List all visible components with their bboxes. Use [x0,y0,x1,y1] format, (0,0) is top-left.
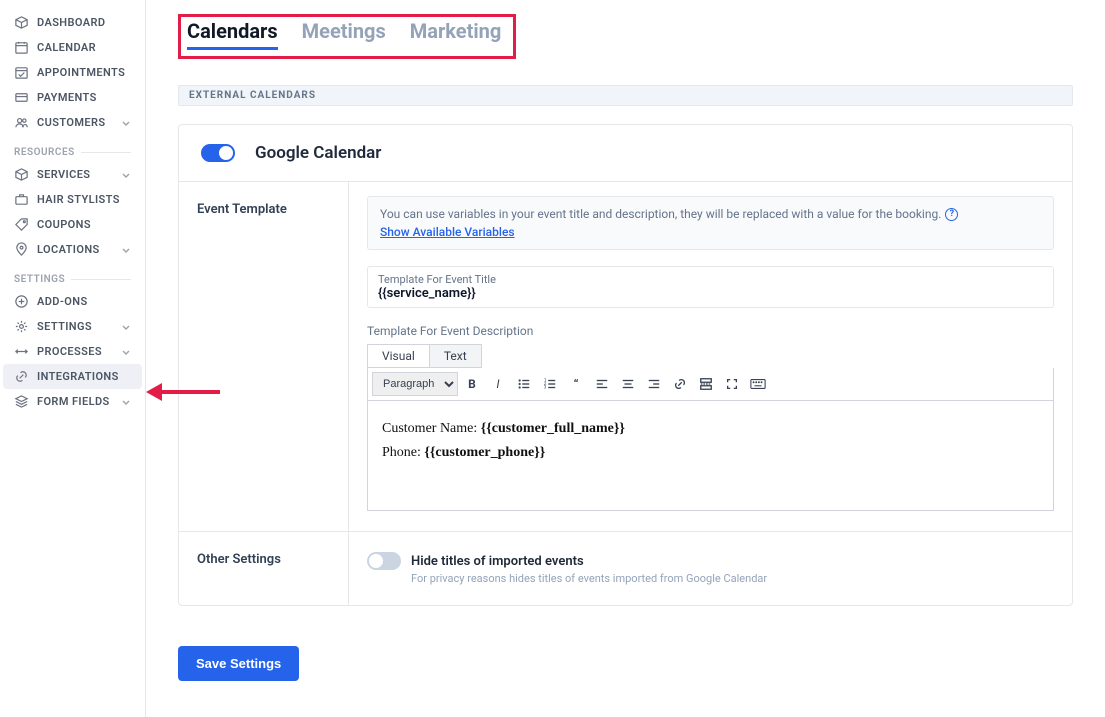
chevron-down-icon [121,170,131,180]
sidebar-item-label: SERVICES [37,168,90,181]
sidebar-item-label: CALENDAR [37,41,96,54]
sidebar-item-label: APPOINTMENTS [37,66,125,79]
sidebar-section-settings: SETTINGS [0,262,145,289]
tab-calendars[interactable]: Calendars [187,19,278,50]
save-settings-button[interactable]: Save Settings [178,646,299,681]
help-icon[interactable]: ? [945,208,958,221]
sidebar-item-label: LOCATIONS [37,243,100,256]
sidebar-item-appointments[interactable]: APPOINTMENTS [0,60,145,85]
chevron-down-icon [121,397,131,407]
link-icon [14,369,29,384]
link-show-variables[interactable]: Show Available Variables [380,225,515,239]
arrows-icon [14,344,29,359]
chevron-down-icon [121,118,131,128]
sidebar-item-label: HAIR STYLISTS [37,193,120,206]
sidebar-item-add-ons[interactable]: ADD-ONS [0,289,145,314]
sidebar-item-settings[interactable]: SETTINGS [0,314,145,339]
calendar-check-icon [14,65,29,80]
sidebar: DASHBOARD CALENDAR APPOINTMENTS PAYMENTS CUS… [0,0,146,717]
rte-line2-label: Phone: [382,445,424,460]
sidebar-section-resources: RESOURCES [0,135,145,162]
rte-editor[interactable]: Customer Name: {{customer_full_name}} Ph… [367,401,1054,511]
field-event-title-label: Template For Event Title [378,273,1043,286]
cube-icon [14,167,29,182]
gear-icon [14,319,29,334]
tag-icon [14,217,29,232]
toolbar-align-right-icon[interactable] [642,372,666,396]
chevron-down-icon [121,322,131,332]
tabs-highlight-box: Calendars Meetings Marketing [178,14,516,59]
label-event-description: Template For Event Description [367,324,1054,338]
svg-text:3: 3 [544,385,547,390]
calendar-icon [14,40,29,55]
card-icon [14,90,29,105]
toolbar-ul-icon[interactable] [512,372,536,396]
toolbar-link-icon[interactable] [668,372,692,396]
toggle-hide-titles[interactable] [367,552,401,570]
rte-toolbar: Paragraph B I 123 “ [367,368,1054,401]
main-content: Calendars Meetings Marketing EXTERNAL CA… [146,0,1105,717]
cube-icon [14,15,29,30]
label-other-settings: Other Settings [179,532,349,605]
card-title: Google Calendar [255,143,381,163]
sublabel-hide-titles: For privacy reasons hides titles of even… [411,572,1054,585]
chevron-down-icon [121,245,131,255]
sidebar-item-label: PAYMENTS [37,91,97,104]
sidebar-item-dashboard[interactable]: DASHBOARD [0,10,145,35]
sidebar-item-processes[interactable]: PROCESSES [0,339,145,364]
sidebar-item-label: CUSTOMERS [37,116,105,129]
sidebar-item-integrations[interactable]: INTEGRATIONS [3,364,142,389]
rte-line1-label: Customer Name: [382,421,481,436]
toolbar-paragraph-select[interactable]: Paragraph [372,372,458,396]
stack-icon [14,394,29,409]
sidebar-item-label: SETTINGS [37,320,92,333]
card-header: Google Calendar [179,125,1072,182]
sidebar-item-customers[interactable]: CUSTOMERS [0,110,145,135]
users-icon [14,115,29,130]
editor-tab-text[interactable]: Text [430,344,482,368]
briefcase-icon [14,192,29,207]
toolbar-bold-icon[interactable]: B [460,372,484,396]
sidebar-item-services[interactable]: SERVICES [0,162,145,187]
sidebar-item-hair-stylists[interactable]: HAIR STYLISTS [0,187,145,212]
sidebar-item-label: DASHBOARD [37,16,105,29]
tab-marketing[interactable]: Marketing [410,19,502,50]
chevron-down-icon [121,347,131,357]
label-event-template: Event Template [179,182,349,531]
editor-tab-visual[interactable]: Visual [367,344,430,368]
sidebar-item-form-fields[interactable]: FORM FIELDS [0,389,145,414]
toolbar-align-center-icon[interactable] [616,372,640,396]
sidebar-item-coupons[interactable]: COUPONS [0,212,145,237]
sidebar-item-label: COUPONS [37,218,91,231]
tab-meetings[interactable]: Meetings [302,19,386,50]
card-google-calendar: Google Calendar Event Template You can u… [178,124,1073,606]
sidebar-item-calendar[interactable]: CALENDAR [0,35,145,60]
sidebar-item-payments[interactable]: PAYMENTS [0,85,145,110]
toolbar-fullscreen-icon[interactable] [720,372,744,396]
sidebar-item-label: ADD-ONS [37,295,88,308]
rte-line1-var: {{customer_full_name}} [481,421,625,436]
rte-line2-var: {{customer_phone}} [424,445,545,460]
field-event-title-value: {{service_name}} [378,286,1043,301]
toolbar-keyboard-icon[interactable] [746,372,770,396]
toolbar-italic-icon[interactable]: I [486,372,510,396]
section-heading-external-calendars: EXTERNAL CALENDARS [178,85,1073,106]
toggle-google-calendar[interactable] [201,144,235,162]
info-bar-text: You can use variables in your event titl… [380,207,941,221]
sidebar-item-label: INTEGRATIONS [37,370,119,383]
label-hide-titles: Hide titles of imported events [411,554,584,569]
pin-icon [14,242,29,257]
toolbar-ol-icon[interactable]: 123 [538,372,562,396]
sidebar-item-label: FORM FIELDS [37,395,110,408]
toolbar-align-left-icon[interactable] [590,372,614,396]
info-bar-variables: You can use variables in your event titl… [367,196,1054,250]
plus-circle-icon [14,294,29,309]
toolbar-readmore-icon[interactable] [694,372,718,396]
sidebar-item-locations[interactable]: LOCATIONS [0,237,145,262]
field-event-title[interactable]: Template For Event Title {{service_name}… [367,266,1054,308]
sidebar-item-label: PROCESSES [37,345,102,358]
toolbar-quote-icon[interactable]: “ [564,372,588,396]
